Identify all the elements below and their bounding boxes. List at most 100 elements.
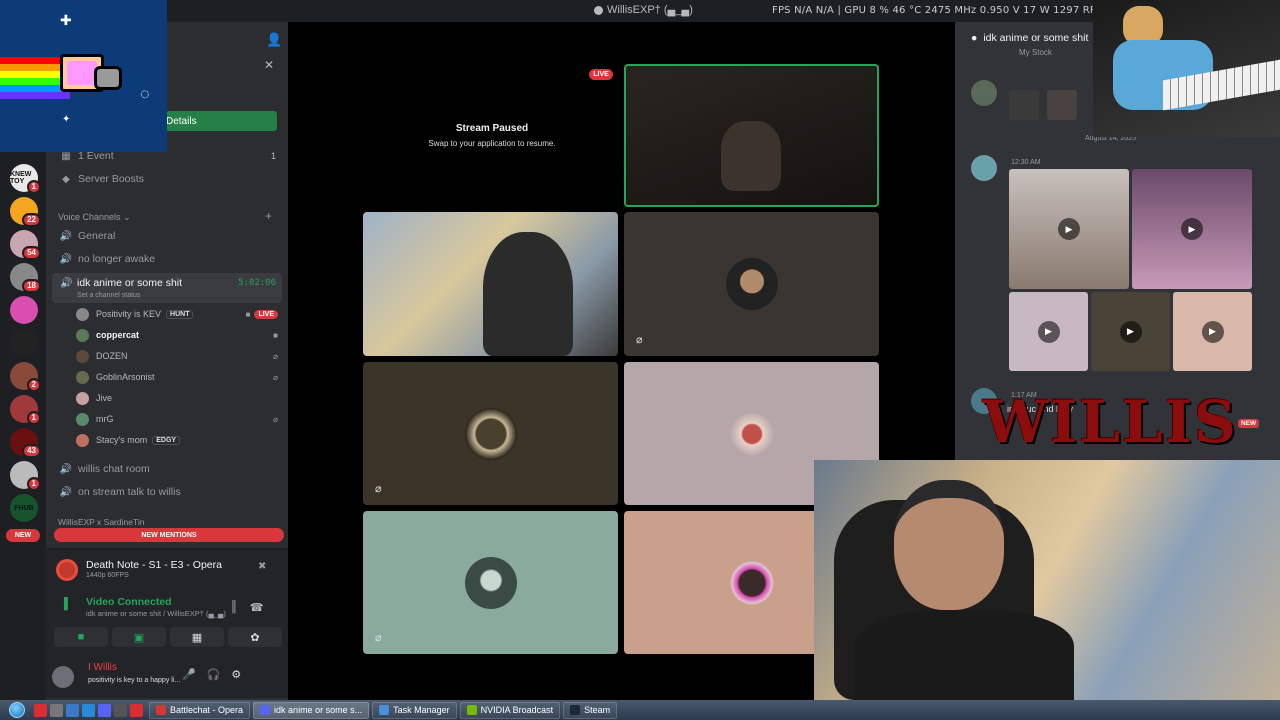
video-tile-user[interactable]: ⌀	[363, 511, 618, 654]
muted-icon: ⌀	[375, 483, 382, 495]
server-icon[interactable]: FHUB	[10, 494, 38, 522]
server-icon[interactable]: 54	[10, 230, 41, 260]
category-header[interactable]: WillisEXP x SardineTin	[58, 517, 144, 527]
avatar	[76, 307, 89, 321]
gear-icon[interactable]: ⚙	[231, 668, 241, 681]
sparkle-icon: ✦	[62, 114, 71, 125]
activities-button[interactable]: ▦	[170, 627, 224, 647]
taskbar-task[interactable]: Steam	[563, 701, 618, 719]
video-tile-user[interactable]: ⌀	[624, 212, 879, 356]
speaker-icon: 🔊	[60, 278, 73, 289]
message-author[interactable]: 12:30 AM	[1007, 156, 1041, 166]
close-icon[interactable]: ✕	[264, 58, 274, 72]
call-control-row: ■ ▣ ▦ ✿	[54, 627, 282, 647]
signal-icon[interactable]: ▐	[60, 598, 68, 610]
message-timestamp: 12:30 AM	[1011, 159, 1041, 166]
channel-general[interactable]: 🔊 General	[58, 226, 282, 246]
app-icon[interactable]	[130, 703, 143, 717]
camera-button[interactable]: ■	[54, 627, 108, 647]
opera-icon[interactable]	[34, 703, 47, 717]
calendar-icon: ▦	[61, 150, 71, 162]
app-icon[interactable]	[50, 703, 63, 717]
screen-share-button[interactable]: ▣	[112, 627, 166, 647]
video-thumbnail[interactable]: ▶	[1132, 169, 1252, 289]
avatar	[76, 412, 89, 426]
app-icon[interactable]	[114, 703, 127, 717]
voice-connected-channel[interactable]: idk anime or some shit / WillisEXP† (▄_▄…	[86, 609, 226, 618]
headphones-icon[interactable]: 🎧	[207, 668, 221, 681]
window-titlebar: WillisEXP† (▄_▄) FPS N/A N/A | GPU 8 % 4…	[0, 0, 1280, 22]
server-icon[interactable]: KNEW TOY 1	[10, 164, 41, 194]
video-tile-user[interactable]: ⌀	[363, 362, 618, 505]
channel-willis-chat-room[interactable]: 🔊 willis chat room	[58, 459, 282, 479]
stream-paused-tile[interactable]: Stream Paused Swap to your application t…	[366, 64, 618, 206]
avatar[interactable]	[971, 155, 997, 181]
voice-user[interactable]: GoblinArsonist ⌀	[76, 367, 282, 387]
add-member-icon[interactable]: 👤	[266, 32, 282, 48]
server-icon-label: FHUB	[14, 504, 34, 512]
app-icon[interactable]	[66, 703, 79, 717]
new-mentions-bar[interactable]: NEW MENTIONS	[54, 528, 284, 542]
stop-stream-icon[interactable]: ✖	[258, 561, 266, 572]
taskbar-task[interactable]: Task Manager	[372, 701, 457, 719]
taskbar-tasks: Battlechat - Opera idk anime or some s...…	[149, 701, 620, 719]
server-icon[interactable]	[10, 329, 38, 357]
server-icon[interactable]: 1	[10, 395, 41, 425]
video-thumbnail[interactable]: ▶	[1173, 292, 1252, 371]
voice-user[interactable]: Jive	[76, 388, 282, 408]
username[interactable]: I Willis	[88, 662, 117, 673]
voice-user[interactable]: Positivity is KEV HUNT ■ LIVE	[76, 304, 282, 324]
taskbar-task[interactable]: Battlechat - Opera	[149, 701, 251, 719]
video-thumbnail[interactable]: ▶	[1091, 292, 1170, 371]
opera-icon	[56, 559, 78, 581]
voice-user[interactable]: Stacy's mom EDGY	[76, 430, 282, 450]
soundboard-button[interactable]: ✿	[228, 627, 282, 647]
disconnect-icon[interactable]: ☎	[250, 601, 264, 614]
new-unreads-pill[interactable]: NEW	[6, 529, 40, 542]
attachment-thumbnail[interactable]	[1047, 90, 1077, 120]
server-icon[interactable]: 22	[10, 197, 41, 227]
server-boosts-row[interactable]: ◆ Server Boosts	[58, 169, 282, 189]
unread-badge: 22	[22, 213, 41, 227]
active-voice-channel[interactable]: 🔊 idk anime or some shit 5:02:06 Set a c…	[52, 273, 282, 303]
create-channel-icon[interactable]: +	[265, 209, 272, 223]
details-button[interactable]: Details	[166, 111, 277, 131]
server-icon[interactable]: 43	[10, 428, 41, 458]
video-tile-speaking[interactable]	[624, 64, 879, 207]
task-app-icon	[466, 705, 477, 715]
video-tile-webcam[interactable]	[363, 212, 618, 356]
start-button[interactable]	[0, 700, 34, 720]
nyan-cat-overlay: ✚ ◌ ✦	[0, 0, 167, 152]
taskbar-task[interactable]: idk anime or some s...	[253, 701, 370, 719]
avatar[interactable]	[52, 666, 74, 688]
discord-icon[interactable]	[98, 703, 111, 717]
microphone-icon[interactable]: 🎤	[182, 668, 196, 681]
server-icon[interactable]: 2	[10, 362, 41, 392]
voice-channels-header[interactable]: Voice Channels ⌄	[58, 212, 131, 223]
camera-icon: ■	[273, 330, 278, 340]
avatar[interactable]	[971, 80, 997, 106]
voice-user-name: mrG	[96, 414, 114, 424]
attachment-thumbnail[interactable]	[1009, 90, 1039, 120]
windows-logo-icon	[9, 702, 25, 718]
server-icon[interactable]: 18	[10, 263, 41, 293]
muted-icon: ⌀	[636, 334, 643, 346]
unread-badge: 1	[26, 180, 41, 194]
channel-no-longer-awake[interactable]: 🔊 no longer awake	[58, 249, 282, 269]
server-icon[interactable]: 1	[10, 461, 41, 491]
muted-icon: ⌀	[273, 414, 278, 424]
voice-user[interactable]: coppercat ■	[76, 325, 282, 345]
set-channel-status[interactable]: Set a channel status	[77, 292, 140, 299]
noise-suppression-icon[interactable]: ║	[230, 601, 238, 614]
call-timer: 5:02:06	[238, 278, 276, 288]
voice-user[interactable]: mrG ⌀	[76, 409, 282, 429]
browser-icon[interactable]	[82, 703, 95, 717]
voice-user[interactable]: DOZEN ⌀	[76, 346, 282, 366]
video-thumbnail[interactable]: ▶	[1009, 292, 1088, 371]
channel-on-stream-talk[interactable]: 🔊 on stream talk to willis	[58, 482, 282, 502]
taskbar-task[interactable]: NVIDIA Broadcast	[459, 701, 561, 719]
nyan-cat-head	[94, 66, 122, 90]
voice-connected-status[interactable]: Video Connected	[86, 596, 172, 608]
server-icon[interactable]	[10, 296, 38, 324]
video-thumbnail[interactable]: ▶	[1009, 169, 1129, 289]
